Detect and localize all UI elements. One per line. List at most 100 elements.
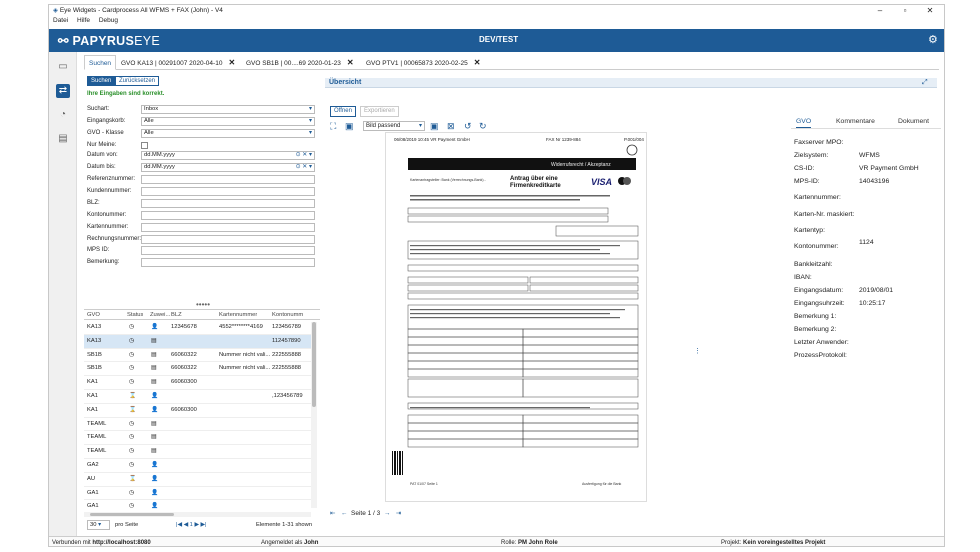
table-row[interactable]: KA1 ◷ ▤ 66060300 [84,376,311,390]
table-cell: TEAML [87,420,107,427]
table-row[interactable]: KA13 ◷ ▤ 112457890 [84,334,311,349]
menu-datei[interactable]: Datei [53,17,68,24]
date-field[interactable]: dd.MM.yyyy ⊙ ✕ ▾ [141,151,315,160]
tab-gvo-ptv1[interactable]: GVO PTV1 | 00065873 2020-02-25 ✕ [362,55,485,70]
resize-handle[interactable]: ••••• [196,300,210,309]
table-row[interactable]: GA1 ◷ 👤 [84,487,311,501]
only-mine-checkbox[interactable] [141,142,148,149]
text-field[interactable] [141,246,315,255]
minimize-button[interactable]: – [869,5,891,16]
inbox-icon[interactable]: ▭ [56,60,70,74]
text-field[interactable] [141,187,315,196]
next-page-icon[interactable]: → [384,510,391,517]
close-tab-icon[interactable]: ✕ [347,58,354,67]
app-header: ⚯ PAPYRUSEYE DEV/TEST ⚙ [49,29,944,52]
scroll-thumb[interactable] [90,513,174,516]
table-row[interactable]: SB1B ◷ ▤ 66060322 Nummer nicht vali... 222555… [84,362,311,377]
window-titlebar: ◈ Eye Widgets - Cardprocess All WFMS + F… [49,5,944,16]
assignee-icon: 👤 [151,475,159,482]
status-icon: ◷ [129,434,135,441]
field-label: Kartennummer: [87,224,129,230]
zoom-select[interactable]: Bild passend ▾ [363,121,425,131]
tab-dokument[interactable]: Dokument [898,116,929,128]
image-icon[interactable]: ▣ [430,120,439,132]
tab-suchen[interactable]: Suchen [84,55,117,70]
table-row[interactable]: GA2 ◷ 👤 [84,459,311,473]
maximize-button[interactable]: ▫ [894,5,916,16]
export-button[interactable]: Exportieren [360,106,399,117]
horizontal-scrollbar[interactable] [84,512,311,517]
tab-gvo-ka13[interactable]: GVO KA13 | 00291007 2020-04-10 ✕ [117,55,239,70]
panel-splitter[interactable]: ⋮ [694,348,701,370]
image-icon[interactable]: ▣ [345,120,354,132]
filter-select[interactable]: Alle ▾ [141,129,315,138]
table-row[interactable]: KA1 ⌛ 👤 66060300 [84,404,311,418]
text-field[interactable] [141,223,315,232]
filter-select[interactable]: Alle ▾ [141,117,315,126]
search-button[interactable]: Suchen [87,76,116,86]
prev-page-icon[interactable]: ← [341,510,348,517]
info-value: 2019/08/01 [859,287,894,294]
page-navigation[interactable]: |◀ ◀ 1 ▶ ▶| [176,519,207,531]
close-tab-icon[interactable]: ✕ [474,58,481,67]
grid-header: GVO Status Zuwei... BLZ Kartennummer Kon… [84,310,320,320]
tab-bar: Suchen GVO KA13 | 00291007 2020-04-10 ✕ G… [84,55,939,70]
menu-hilfe[interactable]: Hilfe [77,17,90,24]
table-row[interactable]: TEAML ◷ ▤ [84,445,311,459]
open-button[interactable]: Öffnen [330,106,356,117]
text-field[interactable] [141,175,315,184]
tab-kommentare[interactable]: Kommentare [836,116,875,128]
status-icon: ◷ [129,489,135,496]
column-header[interactable]: GVO [87,312,100,318]
info-label: CS-ID: [794,165,815,172]
tab-gvo[interactable]: GVO [796,116,812,128]
dashboard-icon[interactable]: ◔ [56,108,70,122]
last-page-icon[interactable]: ⇥ [396,510,401,517]
text-field[interactable] [141,235,315,244]
rotate-left-icon[interactable]: ↺ [464,120,472,132]
close-tab-icon[interactable]: ✕ [228,58,235,67]
vertical-scrollbar[interactable] [311,322,317,508]
text-field[interactable] [141,199,315,208]
expand-icon[interactable]: ⤢ [922,78,928,88]
table-cell: AU [87,475,96,482]
column-header[interactable]: Kontonumm [272,312,310,318]
document-pager: ⇤ ← Seite 1 / 3 → ⇥ [330,508,530,520]
table-row[interactable]: AU ⌛ 👤 [84,473,311,487]
workflow-icon[interactable]: ⇄ [56,84,70,98]
column-header[interactable]: Zuwei... [150,312,170,318]
reports-icon[interactable]: ▤ [56,132,70,146]
gear-icon[interactable]: ⚙ [928,33,938,46]
menu-debug[interactable]: Debug [99,17,118,24]
app-window: ◈ Eye Widgets - Cardprocess All WFMS + F… [48,4,945,547]
table-row[interactable]: KA13 ◷ 👤 12345678 4552********4169 123456789 [84,321,311,335]
fax-header-left: 06/08/2019 10:45 VR Payment GmbH [394,137,470,142]
filter-select[interactable]: Inbox ▾ [141,105,315,114]
page-size-select[interactable]: 30 ▾ [87,520,110,530]
reset-button[interactable]: Zurücksetzen [115,76,160,86]
status-icon: ◷ [129,351,135,358]
date-controls-icon[interactable]: ⊙ ✕ ▾ [296,152,312,159]
first-page-icon[interactable]: ⇤ [330,510,335,517]
table-row[interactable]: SB1B ◷ ▤ 66060322 Nummer nicht vali... 222555… [84,349,311,363]
table-row[interactable]: TEAML ◷ ▤ [84,431,311,446]
column-header[interactable]: Status [127,312,143,318]
status-icon: ⌛ [129,406,137,413]
assignee-icon: ▤ [151,434,157,441]
fit-width-icon[interactable]: ⊠ [447,120,455,132]
fax-subtitle: Kartenantragsteller: Bank (Verrechnungs-… [410,178,487,182]
rotate-right-icon[interactable]: ↻ [479,120,487,132]
date-field[interactable]: dd.MM.yyyy ⊙ ✕ ▾ [141,163,315,172]
window-title: Eye Widgets - Cardprocess All WFMS + FAX… [59,7,223,14]
fit-page-icon[interactable]: ⛶ [330,120,336,132]
close-window-button[interactable]: ✕ [919,5,941,16]
column-header[interactable]: Kartennummer [219,312,257,318]
tab-gvo-sb1b[interactable]: GVO SB1B | 00....69 2020-01-23 ✕ [242,55,358,70]
table-row[interactable]: KA1 ⌛ 👤 ,123456789 [84,390,311,404]
date-controls-icon[interactable]: ⊙ ✕ ▾ [296,164,312,171]
text-field[interactable] [141,258,315,267]
column-header[interactable]: BLZ [171,312,182,318]
table-row[interactable]: TEAML ◷ ▤ [84,418,311,432]
scroll-thumb[interactable] [312,322,316,407]
text-field[interactable] [141,211,315,220]
